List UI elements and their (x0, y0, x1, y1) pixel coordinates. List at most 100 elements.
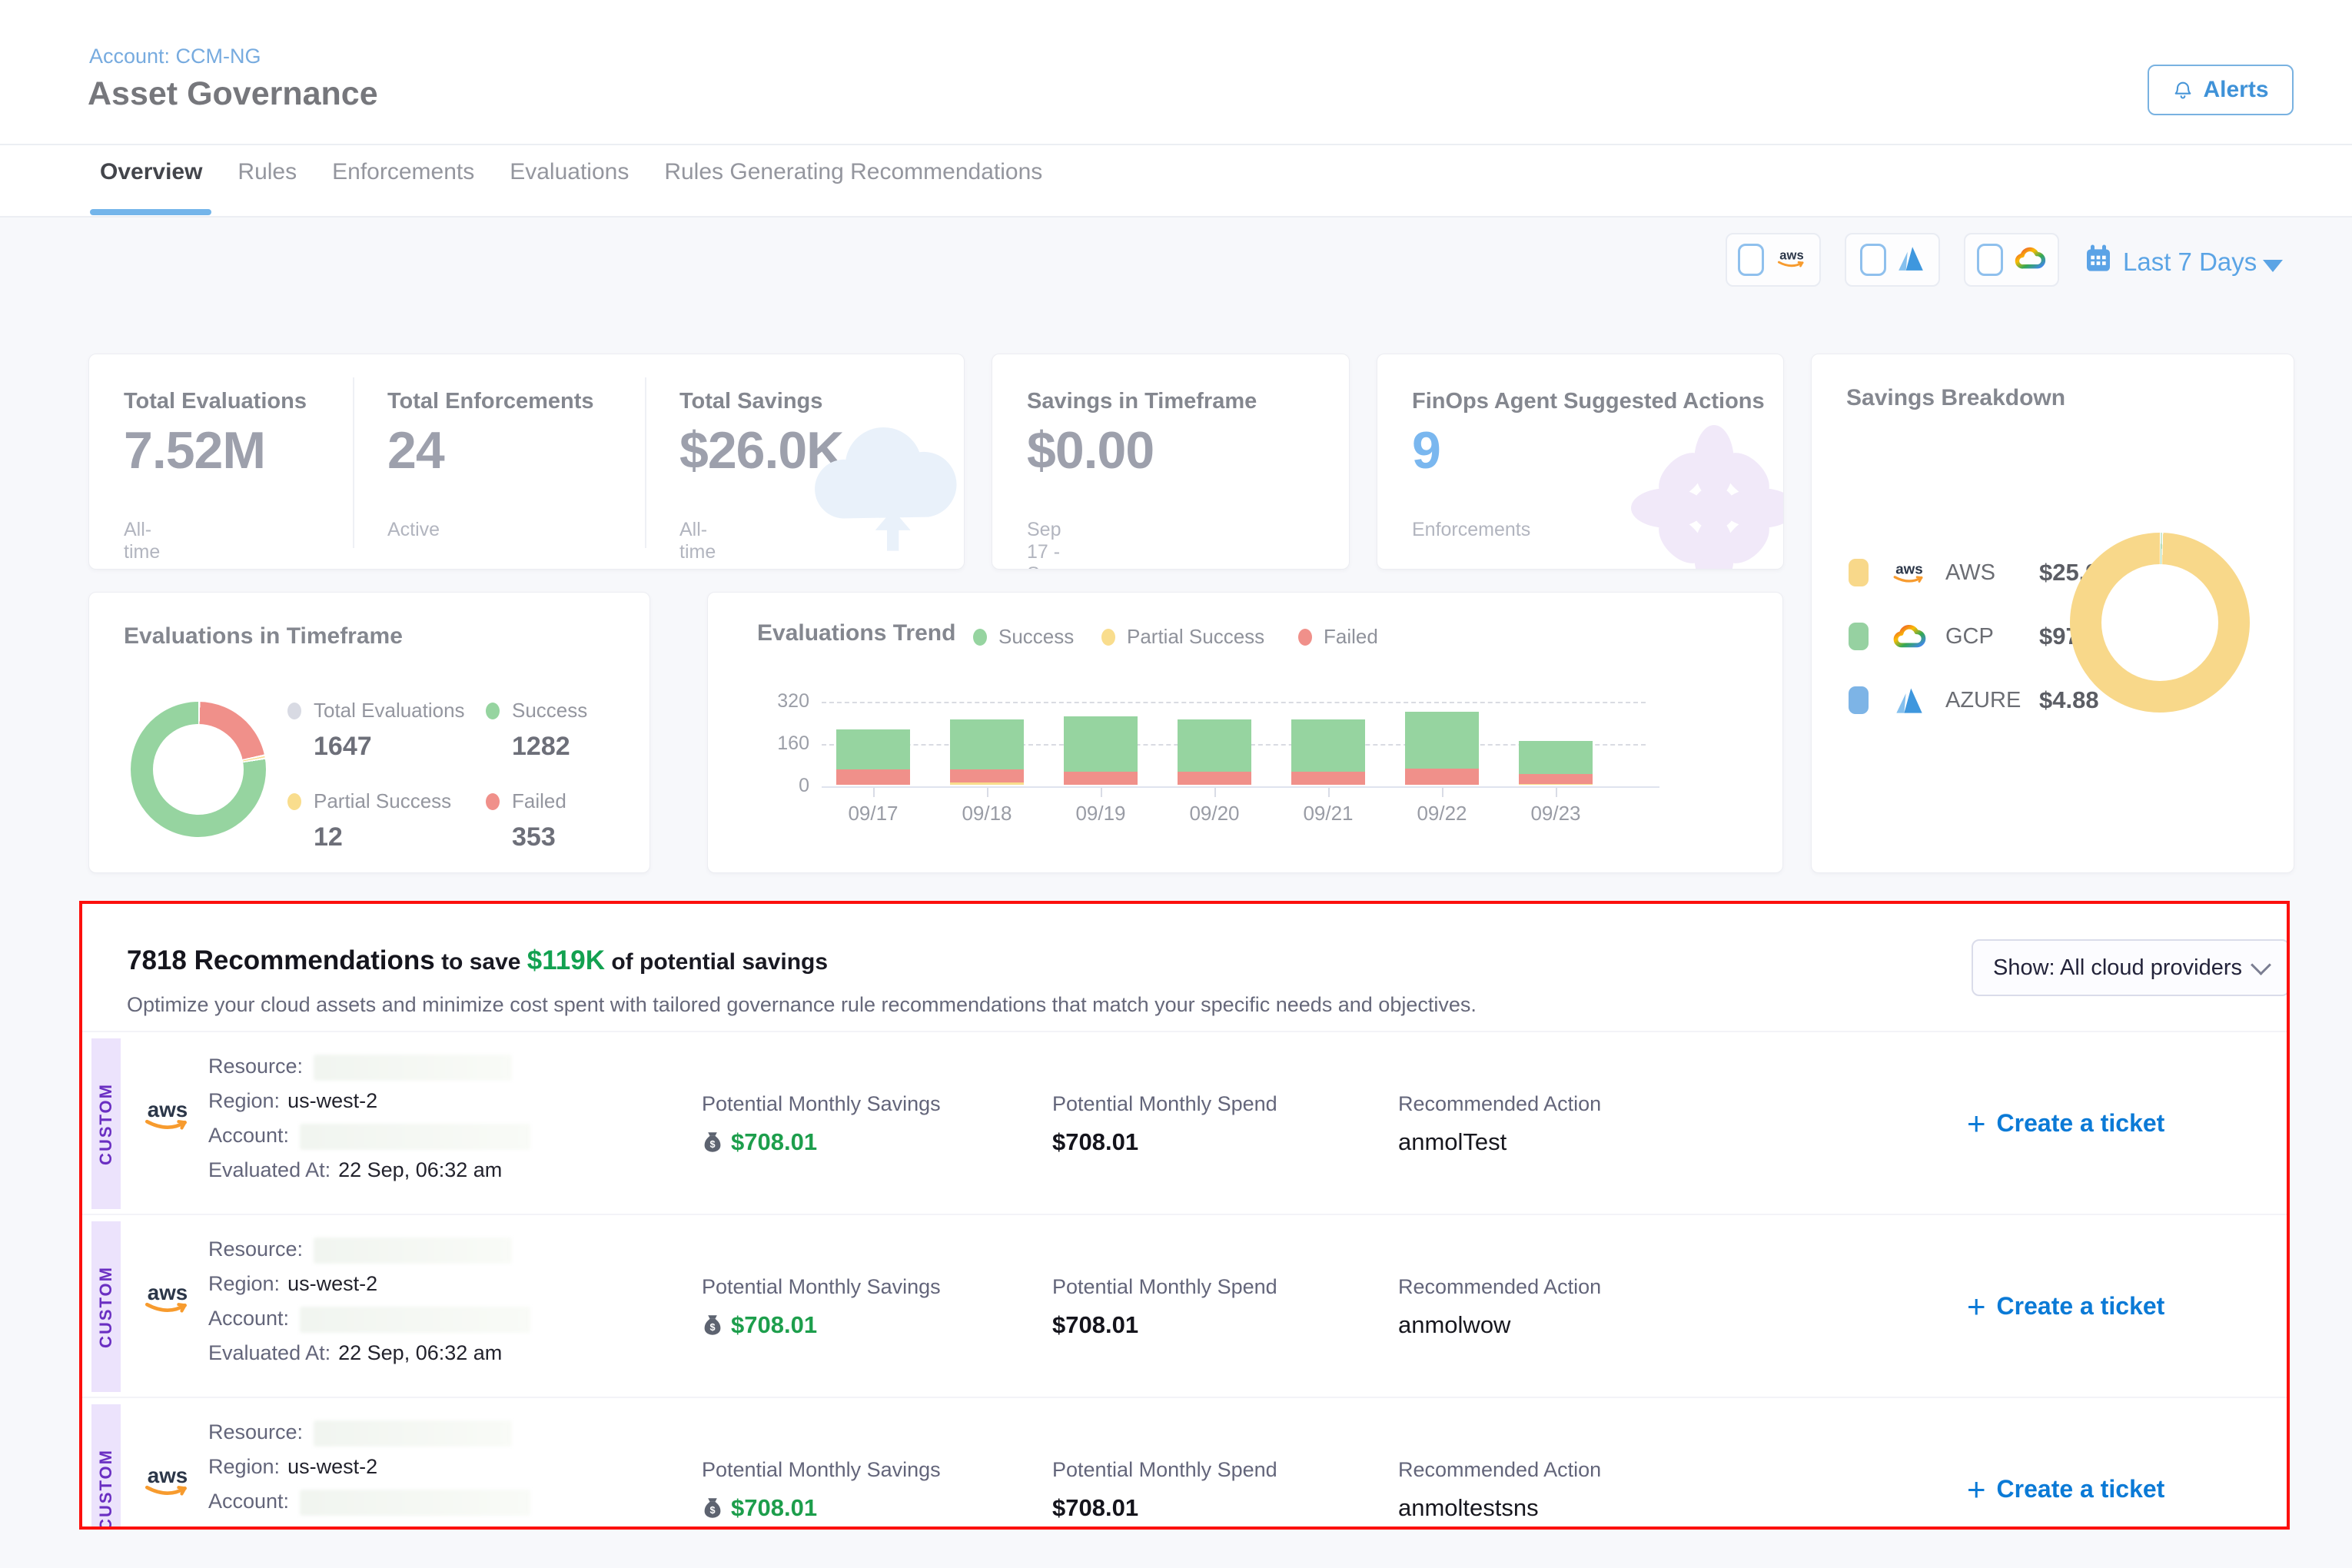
trend-bar-segment (1405, 769, 1479, 785)
redacted-resource-value (314, 1055, 512, 1081)
azure-logo-icon (1896, 245, 1925, 275)
svg-text:aws: aws (1779, 247, 1803, 262)
legend-item-partial-success: Partial Success 12 (287, 789, 451, 852)
caret-down-icon[interactable] (2263, 260, 2283, 272)
gridline (822, 702, 1646, 703)
header-divider (0, 144, 2352, 145)
trend-bar-segment (836, 769, 910, 785)
donut-hole (2101, 564, 2218, 681)
totals-card: Total Evaluations 7.52M All-time Total E… (88, 354, 965, 570)
recommendation-row: CUSTOM aws Resource: Region:us-west-2 Ac… (82, 1397, 2287, 1526)
redacted-account-value (300, 1490, 530, 1516)
y-axis-tick-label: 320 (754, 690, 809, 713)
account-breadcrumb[interactable]: Account: CCM-NG (89, 45, 261, 68)
recommended-action: Recommended Action anmoltestsns (1398, 1458, 1601, 1522)
gcp-color-swatch (1849, 623, 1869, 650)
tab-overview[interactable]: Overview (100, 159, 202, 185)
trend-bar-segment (1519, 784, 1593, 785)
resource-details: Resource: Region:us-west-2 Account: Eval… (208, 1415, 530, 1526)
x-axis-tick (987, 788, 988, 797)
azure-logo-icon (1881, 686, 1938, 714)
trend-bar-segment (950, 782, 1024, 785)
tab-rules[interactable]: Rules (238, 159, 297, 185)
legend-item-aws: aws AWS $25.9K (1849, 556, 2116, 590)
y-axis-tick-label: 160 (754, 733, 809, 755)
azure-filter-toggle[interactable] (1845, 233, 1940, 287)
azure-checkbox[interactable] (1860, 244, 1886, 276)
date-range-selector[interactable]: Last 7 Days (2123, 247, 2257, 277)
x-axis-tick (1556, 788, 1557, 797)
tab-bar: Overview Rules Enforcements Evaluations … (100, 159, 1042, 185)
create-ticket-button[interactable]: Create a ticket (1967, 1109, 2164, 1138)
custom-tag: CUSTOM (91, 1221, 121, 1392)
trend-bar-segment (1519, 741, 1593, 774)
flower-watermark-icon (1622, 419, 1784, 570)
stat-value: $26.0K (679, 420, 843, 480)
trend-plot: 016032009/1709/1809/1909/2009/2109/2209/… (708, 593, 1782, 872)
create-ticket-button[interactable]: Create a ticket (1967, 1475, 2164, 1503)
resource-details: Resource: Region:us-west-2 Account: Eval… (208, 1232, 530, 1370)
divider (645, 377, 646, 548)
gcp-filter-toggle[interactable] (1964, 233, 2059, 287)
money-bag-icon: $ (702, 1314, 723, 1337)
gcp-checkbox[interactable] (1977, 244, 2003, 276)
divider (353, 377, 354, 548)
aws-logo-icon: aws (139, 1463, 196, 1503)
potential-savings-amount: $119K (527, 945, 605, 975)
asset-governance-dashboard: Account: CCM-NG Asset Governance Alerts … (0, 0, 2352, 1568)
x-axis-tick (1442, 788, 1443, 797)
potential-monthly-savings: Potential Monthly Savings $$708.01 (702, 1458, 941, 1522)
gcp-logo-icon (2013, 245, 2047, 275)
evaluations-donut-chart (131, 702, 266, 837)
potential-monthly-spend: Potential Monthly Spend $708.01 (1052, 1275, 1277, 1339)
legend-item-failed: Failed 353 (486, 789, 566, 852)
tab-rules-generating-recommendations[interactable]: Rules Generating Recommendations (664, 159, 1042, 185)
azure-color-swatch (1849, 686, 1869, 714)
bell-icon (2172, 79, 2194, 101)
trend-bar-segment (1291, 719, 1365, 772)
svg-text:aws: aws (148, 1281, 188, 1304)
custom-tag: CUSTOM (91, 1038, 121, 1209)
legend-item-success: Success 1282 (486, 699, 587, 762)
evaluations-in-timeframe-card: Evaluations in Timeframe Total Evaluatio… (88, 592, 650, 873)
recommendation-row: CUSTOM aws Resource: Region:us-west-2 Ac… (82, 1214, 2287, 1398)
recommended-action: Recommended Action anmolwow (1398, 1275, 1601, 1339)
x-axis-tick-label: 09/23 (1502, 802, 1610, 826)
svg-text:$: $ (709, 1322, 715, 1333)
aws-filter-toggle[interactable]: aws (1726, 233, 1821, 287)
savings-in-timeframe-card: Savings in Timeframe $0.00 Sep 17 - Sep … (992, 354, 1350, 570)
svg-text:aws: aws (148, 1463, 188, 1487)
money-bag-icon: $ (702, 1131, 723, 1154)
legend-item-azure: AZURE $4.88 (1849, 683, 2099, 717)
trend-bar-segment (950, 769, 1024, 782)
evaluations-trend-card: Evaluations Trend Success Partial Succes… (707, 592, 1783, 873)
x-axis-tick (1214, 788, 1216, 797)
gray-dot-icon (287, 703, 301, 719)
y-axis-tick-label: 0 (754, 775, 809, 797)
calendar-icon (2083, 243, 2114, 274)
cloud-provider-filter-dropdown[interactable]: Show: All cloud providers (1972, 939, 2287, 996)
trend-bar-segment (1519, 774, 1593, 784)
tab-evaluations[interactable]: Evaluations (510, 159, 629, 185)
money-bag-icon: $ (702, 1497, 723, 1520)
create-ticket-button[interactable]: Create a ticket (1967, 1292, 2164, 1321)
alerts-button[interactable]: Alerts (2148, 65, 2294, 115)
aws-logo-icon: aws (139, 1097, 196, 1138)
chevron-down-icon (2251, 955, 2271, 975)
aws-checkbox[interactable] (1738, 244, 1764, 276)
svg-text:$: $ (709, 1505, 715, 1516)
aws-logo-icon: aws (139, 1280, 196, 1321)
x-axis-line (822, 786, 1659, 788)
card-title: Savings Breakdown (1846, 385, 2065, 411)
trend-bar-segment (1291, 772, 1365, 785)
gcp-logo-icon (1881, 623, 1938, 650)
alerts-label: Alerts (2203, 77, 2268, 103)
trend-bar-segment (950, 719, 1024, 769)
plus-icon (1967, 1477, 1986, 1502)
savings-breakdown-donut-chart (2070, 533, 2250, 713)
resource-details: Resource: Region:us-west-2 Account: Eval… (208, 1049, 530, 1188)
trend-bar-segment (1064, 772, 1138, 785)
stat-value: $0.00 (1027, 420, 1154, 480)
trend-bar-segment (1178, 719, 1251, 772)
tab-enforcements[interactable]: Enforcements (332, 159, 474, 185)
